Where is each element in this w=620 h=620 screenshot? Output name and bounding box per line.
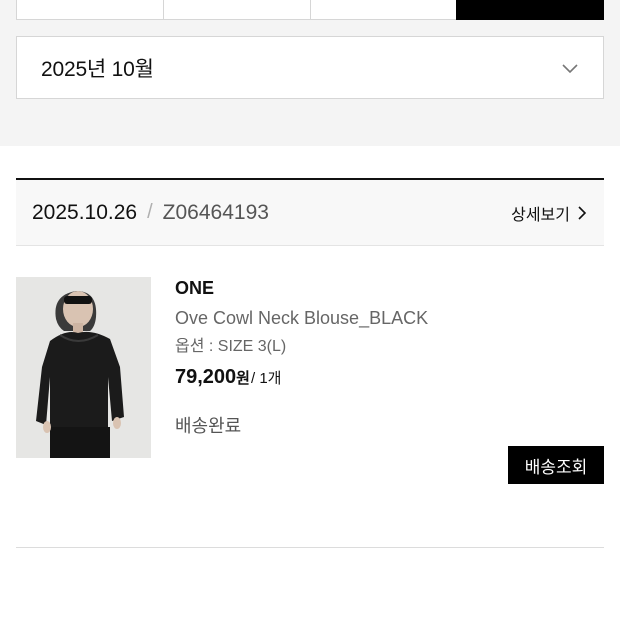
delivery-status: 배송완료 — [175, 416, 242, 436]
track-delivery-button[interactable]: 배송조회 — [508, 446, 604, 484]
product-price: 79,200 — [175, 366, 237, 388]
order-number: Z06464193 — [162, 200, 269, 224]
month-select[interactable]: 2025년 10월 — [16, 36, 604, 99]
period-filter-tabs — [16, 0, 604, 20]
divider — [16, 547, 604, 548]
order-date: 2025.10.26 — [32, 200, 138, 224]
product-option: 옵션 : SIZE 3(L) — [175, 338, 287, 355]
period-tab-4-selected[interactable] — [456, 0, 604, 20]
chevron-down-icon — [562, 63, 578, 73]
order-separator: / — [147, 201, 153, 223]
product-photo-illustration — [16, 277, 151, 458]
period-tab-1[interactable] — [16, 0, 163, 20]
order-detail-label: 상세보기 — [511, 206, 570, 224]
price-row: 79,200 원 / 1개 — [175, 364, 604, 390]
product-image[interactable] — [16, 277, 151, 458]
price-currency: 원 — [236, 370, 250, 387]
month-select-value: 2025년 10월 — [41, 57, 154, 81]
product-brand: ONE — [175, 278, 215, 298]
order-item-info: ONE Ove Cowl Neck Blouse_BLACK 옵션 : SIZE… — [175, 277, 604, 438]
product-quantity: / 1개 — [250, 370, 282, 387]
product-name[interactable]: Ove Cowl Neck Blouse_BLACK — [175, 306, 604, 330]
order-header: 2025.10.26 / Z06464193 상세보기 — [16, 178, 604, 246]
order-detail-link[interactable]: 상세보기 — [511, 201, 588, 225]
period-tab-2[interactable] — [162, 0, 310, 20]
period-tab-3[interactable] — [309, 0, 457, 20]
chevron-right-icon — [578, 205, 587, 220]
